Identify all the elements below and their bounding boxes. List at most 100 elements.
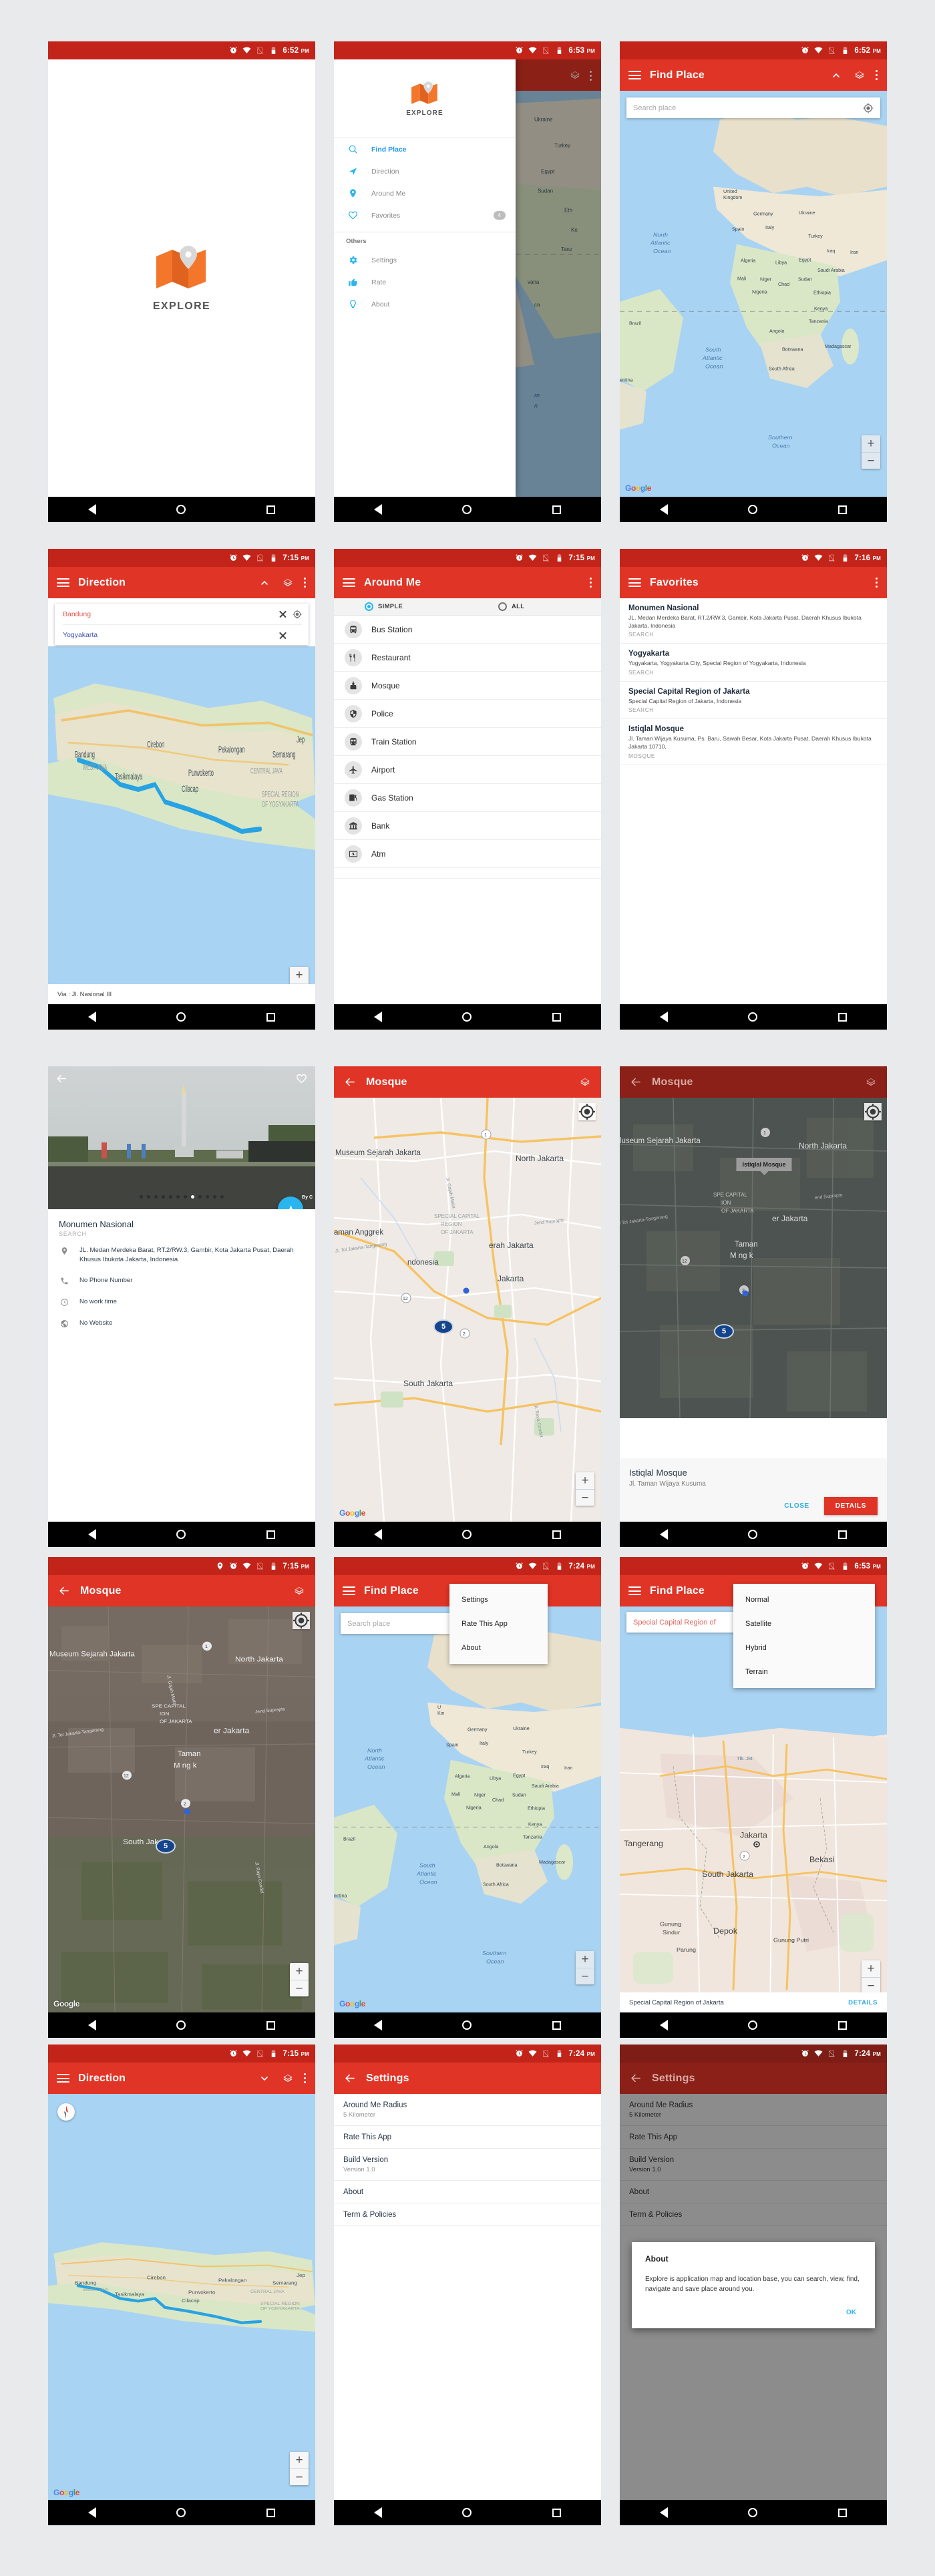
- zoom-controls[interactable]: + −: [576, 1472, 594, 1506]
- nav-back-icon[interactable]: [374, 2020, 383, 2030]
- menu-item-rate-this-app[interactable]: Rate This App: [449, 1612, 548, 1636]
- place-photo[interactable]: By C: [48, 1066, 315, 1209]
- radio-icon[interactable]: [365, 602, 373, 611]
- category-train-station[interactable]: Train Station: [334, 728, 601, 756]
- direction-from-input[interactable]: Bandung: [63, 610, 273, 618]
- my-location-button[interactable]: [864, 1103, 882, 1120]
- direction-from-row[interactable]: Bandung: [63, 604, 302, 624]
- overflow-menu-icon[interactable]: [590, 576, 592, 590]
- clear-from-icon[interactable]: [278, 610, 287, 618]
- zoom-out-button[interactable]: −: [576, 1489, 594, 1506]
- back-button[interactable]: [56, 1073, 67, 1088]
- world-map[interactable]: United Kingdom Germany Ukraine Spain Italy …: [620, 91, 887, 497]
- back-button[interactable]: [57, 1584, 71, 1598]
- overflow-menu-icon[interactable]: [876, 68, 878, 82]
- drawer-item-rate[interactable]: Rate: [334, 271, 516, 293]
- menu-item-normal[interactable]: Normal: [733, 1588, 875, 1612]
- list-item[interactable]: Monumen Nasional JL. Medan Merdeka Barat…: [620, 598, 887, 644]
- menu-item-satellite[interactable]: Satellite: [733, 1612, 875, 1636]
- menu-item-settings[interactable]: Settings: [449, 1588, 548, 1612]
- nav-home-icon[interactable]: [748, 2508, 758, 2517]
- nav-home-icon[interactable]: [462, 1530, 472, 1539]
- category-police[interactable]: Police: [334, 700, 601, 728]
- nav-home-icon[interactable]: [748, 2020, 758, 2030]
- nav-home-icon[interactable]: [176, 505, 186, 514]
- hamburger-menu-icon[interactable]: [628, 576, 641, 589]
- search-input[interactable]: Search place: [633, 104, 863, 112]
- place-address-row[interactable]: JL. Medan Merdeka Barat, RT.2/RW.3, Gamb…: [48, 1240, 315, 1270]
- back-button[interactable]: [343, 2071, 357, 2086]
- android-nav-bar[interactable]: [334, 497, 601, 522]
- search-input[interactable]: Search place: [347, 1620, 446, 1628]
- nav-back-icon[interactable]: [374, 1529, 383, 1540]
- overflow-menu-icon[interactable]: [304, 576, 307, 590]
- category-airport[interactable]: Airport: [334, 756, 601, 784]
- nav-back-icon[interactable]: [660, 2020, 669, 2030]
- nav-recents-icon[interactable]: [552, 2508, 561, 2517]
- nav-home-icon[interactable]: [462, 505, 472, 514]
- photo-pager-indicator[interactable]: [48, 1195, 315, 1199]
- settings-row-about[interactable]: About: [334, 2181, 601, 2203]
- android-nav-bar[interactable]: [334, 1004, 601, 1030]
- layers-icon[interactable]: [280, 576, 295, 590]
- zoom-out-button[interactable]: −: [290, 1980, 309, 1996]
- nav-home-icon[interactable]: [176, 2508, 186, 2517]
- category-next-partial[interactable]: [334, 868, 601, 879]
- nav-back-icon[interactable]: [88, 2507, 97, 2518]
- category-gas-station[interactable]: Gas Station: [334, 784, 601, 812]
- nav-recents-icon[interactable]: [266, 505, 275, 514]
- zoom-in-button[interactable]: +: [290, 967, 309, 984]
- nav-home-icon[interactable]: [462, 1012, 472, 1022]
- search-bar[interactable]: Special Capital Region of: [626, 1612, 739, 1633]
- nav-recents-icon[interactable]: [837, 2508, 847, 2517]
- menu-item-terrain[interactable]: Terrain: [733, 1660, 875, 1684]
- overflow-menu-icon[interactable]: [304, 2071, 307, 2085]
- android-nav-bar[interactable]: [620, 2012, 887, 2038]
- marker-cluster[interactable]: 5: [156, 1838, 176, 1854]
- layers-icon[interactable]: [852, 68, 867, 83]
- back-button[interactable]: [343, 1075, 357, 1090]
- details-button[interactable]: DETAILS: [823, 1497, 878, 1515]
- nav-back-icon[interactable]: [88, 1012, 97, 1022]
- zoom-in-button[interactable]: +: [576, 1472, 594, 1489]
- nav-recents-icon[interactable]: [266, 1530, 275, 1539]
- zoom-out-button[interactable]: −: [290, 2468, 309, 2485]
- android-nav-bar[interactable]: [48, 1522, 315, 1547]
- category-atm[interactable]: Atm: [334, 840, 601, 868]
- zoom-controls[interactable]: + −: [862, 1960, 880, 1994]
- zoom-controls[interactable]: + −: [576, 1951, 594, 1984]
- nav-recents-icon[interactable]: [837, 1012, 847, 1022]
- marker-cluster[interactable]: 5: [714, 1324, 734, 1339]
- my-location-icon[interactable]: [293, 610, 302, 619]
- nav-back-icon[interactable]: [660, 2507, 669, 2518]
- satellite-map[interactable]: Museum Sejarah Jakarta North Jakarta Tam…: [48, 1606, 315, 2012]
- place-website-row[interactable]: No Website: [48, 1313, 315, 1334]
- overflow-menu-icon[interactable]: [876, 576, 878, 590]
- hamburger-menu-icon[interactable]: [57, 576, 69, 589]
- back-button[interactable]: [628, 1075, 643, 1090]
- clear-to-icon[interactable]: [278, 631, 287, 640]
- android-nav-bar[interactable]: [48, 2012, 315, 2038]
- mosque-results-map[interactable]: Museum Sejarah Jakarta North Jakarta ama…: [334, 1098, 601, 1522]
- world-map[interactable]: U Kin Germany Ukraine Spain Italy Turkey Ira…: [334, 1606, 601, 2012]
- zoom-controls[interactable]: + −: [290, 2452, 309, 2485]
- android-nav-bar[interactable]: [620, 497, 887, 522]
- drawer-item-about[interactable]: About: [334, 293, 516, 315]
- nav-back-icon[interactable]: [88, 1529, 97, 1540]
- close-button[interactable]: CLOSE: [779, 1499, 814, 1513]
- nav-recents-icon[interactable]: [837, 2020, 847, 2030]
- nav-back-icon[interactable]: [660, 1012, 669, 1022]
- settings-row-term-policies[interactable]: Term & Policies: [334, 2203, 601, 2226]
- nav-home-icon[interactable]: [462, 2508, 472, 2517]
- my-location-icon[interactable]: [863, 103, 874, 114]
- drawer-item-direction[interactable]: Direction: [334, 160, 516, 182]
- nav-home-icon[interactable]: [462, 2020, 472, 2030]
- layers-icon[interactable]: [578, 1075, 592, 1090]
- menu-item-hybrid[interactable]: Hybrid: [733, 1636, 875, 1660]
- zoom-out-button[interactable]: −: [862, 452, 880, 469]
- list-item[interactable]: Special Capital Region of Jakarta Specia…: [620, 682, 887, 720]
- android-nav-bar[interactable]: [620, 1522, 887, 1547]
- settings-row-build-version[interactable]: Build Version Version 1.0: [334, 2149, 601, 2181]
- nav-recents-icon[interactable]: [266, 1012, 275, 1022]
- nav-home-icon[interactable]: [176, 1530, 186, 1539]
